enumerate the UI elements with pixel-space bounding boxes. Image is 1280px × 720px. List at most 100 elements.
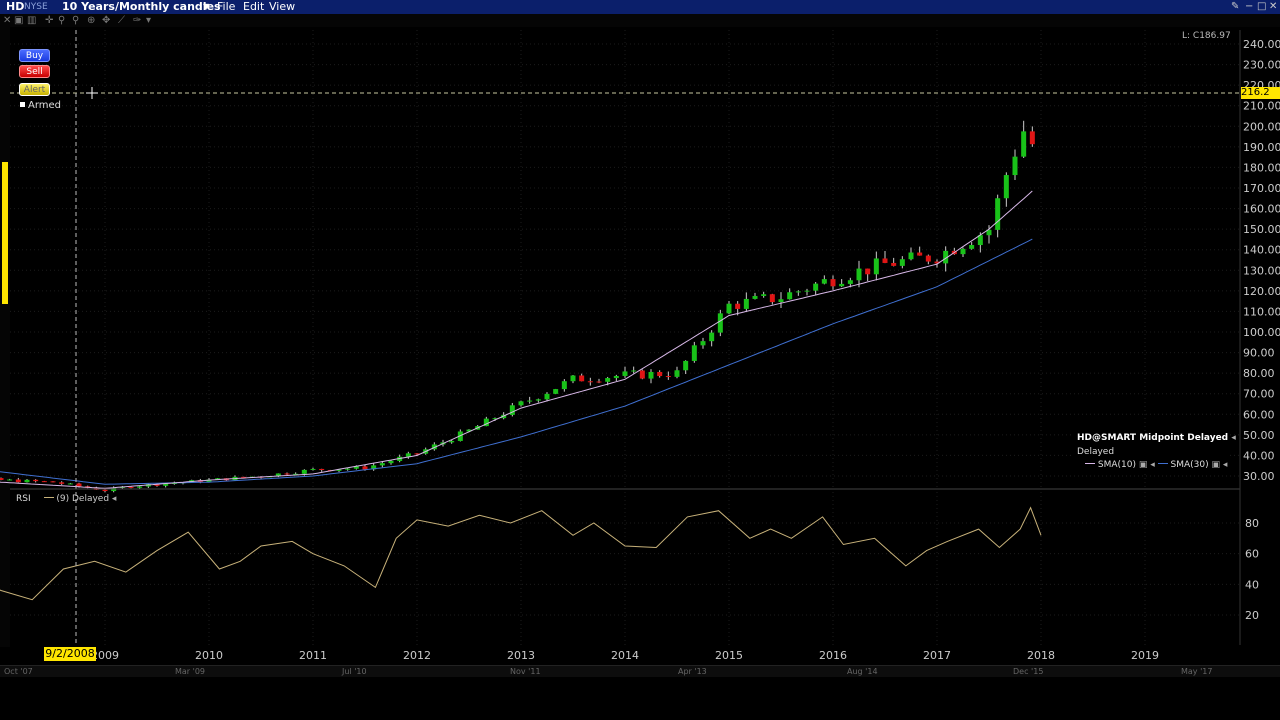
nav-label: Aug '14 [847,667,878,676]
rsi-axis-labels: 20 40 60 80 [1245,517,1259,622]
candle-up [839,283,845,287]
time-tick-label: 2014 [611,649,639,662]
rsi-tick-label: 40 [1245,578,1259,591]
alert-button[interactable]: Alert [19,83,50,96]
legend-status: Delayed [1077,447,1115,457]
candle-up [787,292,793,300]
price-tick-label: 30.00 [1243,470,1275,483]
candle-up [613,375,619,379]
time-tick-label: 2017 [923,649,951,662]
legend-sma30[interactable]: SMA(30) [1171,460,1209,470]
nav-label: Dec '15 [1013,667,1044,676]
armed-toggle[interactable]: Armed [20,100,61,111]
rsi-tick-label: 80 [1245,517,1259,530]
candle-down [925,255,931,262]
price-tick-label: 190.00 [1243,141,1280,154]
buy-button[interactable]: Buy [19,49,50,62]
rsi-panel-label: RSI (9) Delayed ◂ [16,494,116,504]
candle-up [856,268,862,281]
nav-label: May '17 [1181,667,1213,676]
candle-down [284,473,290,475]
candle-down [735,303,741,309]
candle-up [821,279,827,284]
price-tick-label: 50.00 [1243,429,1275,442]
rsi-tick-label: 60 [1245,548,1259,561]
price-chart[interactable]: 30.00 40.00 50.00 60.00 70.00 80.00 90.00 100.0… [0,0,1280,720]
candle-up [1021,131,1027,157]
candle-up [847,280,853,284]
candle-down [639,370,645,379]
candle-down [41,481,47,483]
candle-up [631,370,637,372]
candle-up [7,479,13,481]
candle-down [865,268,871,275]
time-tick-label: 2019 [1131,649,1159,662]
sma10-settings-icon[interactable]: ▣ ◂ [1139,460,1155,470]
candle-up [605,378,611,382]
candle-down [917,252,923,256]
crosshair-price-label: 216.2 [1241,87,1280,99]
candle-down [657,371,663,377]
candle-up [24,479,30,483]
price-axis-labels: 30.00 40.00 50.00 60.00 70.00 80.00 90.00 100.0… [1243,38,1280,483]
candle-up [674,370,680,377]
candle-down [15,479,21,483]
price-tick-label: 160.00 [1243,203,1280,216]
rsi-menu-icon[interactable]: ◂ [112,494,117,504]
candle-up [700,341,706,346]
legend-title: HD@SMART Midpoint Delayed [1077,433,1229,443]
price-tick-label: 70.00 [1243,388,1275,401]
candle-down [76,483,82,487]
armed-label: Armed [28,100,62,111]
candle-up [873,258,879,275]
candle-up [795,291,801,293]
candle-up [778,299,784,303]
sell-button[interactable]: Sell [19,65,50,78]
candle-down [102,489,108,492]
rsi-params: (9) Delayed [56,494,110,504]
time-tick-label: 2010 [195,649,223,662]
time-tick-label: 2015 [715,649,743,662]
candle-up [683,360,689,371]
candle-down [59,482,65,484]
candle-up [622,371,628,376]
candles-group [0,120,1035,493]
candle-up [899,259,905,266]
sma30-settings-icon[interactable]: ▣ ◂ [1211,460,1227,470]
time-navigator[interactable]: Oct '07 Mar '09 Jul '10 Nov '11 Apr '13 … [0,665,1280,677]
candle-up [813,283,819,291]
sma30-swatch-icon [1157,463,1168,464]
price-tick-label: 110.00 [1243,305,1280,318]
price-tick-label: 90.00 [1243,347,1275,360]
candle-up [67,483,73,485]
candle-up [137,486,143,488]
candle-down [128,486,134,488]
legend-menu-icon[interactable]: ◂ [1231,433,1236,443]
rsi-swatch-icon [43,497,54,498]
price-tick-label: 100.00 [1243,326,1280,339]
price-tick-label: 80.00 [1243,367,1275,380]
sma10-swatch-icon [1085,463,1095,464]
candle-down [882,258,888,263]
sma30-line [0,238,1033,485]
candle-up [544,393,550,400]
price-tick-label: 210.00 [1243,100,1280,113]
legend-sma10[interactable]: SMA(10) [1098,460,1136,470]
candle-down [33,479,39,482]
rsi-label: RSI [16,494,31,504]
checkbox-icon [20,102,25,107]
time-tick-label: 2013 [507,649,535,662]
price-tick-label: 130.00 [1243,264,1280,277]
price-tick-label: 230.00 [1243,59,1280,72]
candle-up [908,252,914,260]
price-tick-label: 120.00 [1243,285,1280,298]
candle-up [709,332,715,342]
price-tick-label: 170.00 [1243,182,1280,195]
candle-up [761,294,767,296]
candle-up [310,468,316,470]
candle-down [596,381,602,383]
time-tick-label: 2011 [299,649,327,662]
crosshair-date-label: 9/2/2008 [44,647,96,661]
nav-label: Mar '09 [175,667,206,676]
time-tick-label: 2016 [819,649,847,662]
